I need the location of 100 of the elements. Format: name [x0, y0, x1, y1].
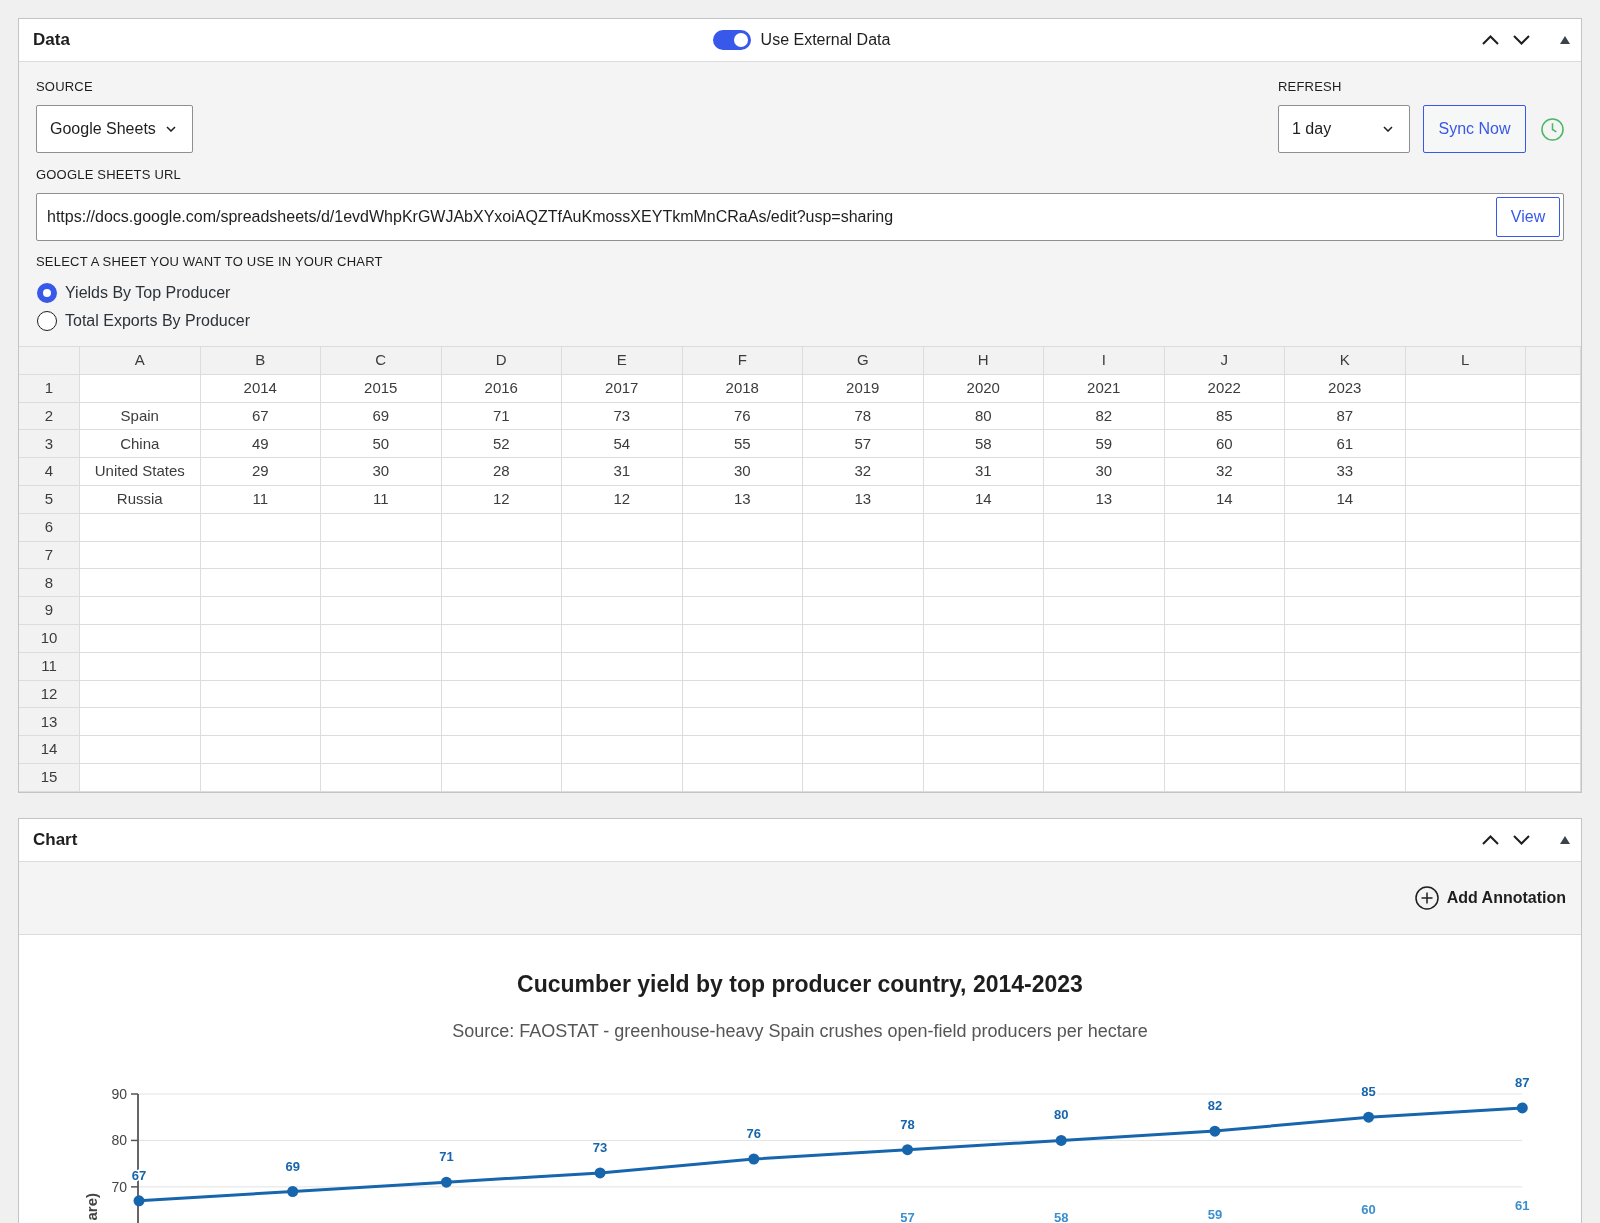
chevron-down-icon[interactable]	[1513, 35, 1530, 45]
axis-tick-label: 80	[111, 1132, 127, 1149]
table-cell: 30	[321, 458, 442, 486]
table-cell: 76	[682, 402, 803, 431]
chevron-up-icon[interactable]	[1482, 834, 1499, 845]
column-header[interactable]: F	[682, 347, 803, 375]
row-number: 10	[19, 624, 80, 653]
table-cell: 31	[562, 458, 683, 486]
column-header[interactable]: H	[923, 347, 1044, 375]
table-cell: 14	[1164, 486, 1285, 514]
data-label: 61	[1515, 1197, 1530, 1213]
field-label: SELECT A SHEET YOU WANT TO USE IN YOUR CHART	[36, 254, 384, 270]
row-number: 12	[19, 680, 80, 709]
table-cell: 2020	[923, 374, 1044, 403]
refresh-select[interactable]: 1 day	[1278, 105, 1410, 153]
data-label: 82	[1207, 1097, 1223, 1113]
table-cell: 2019	[803, 374, 924, 403]
column-header[interactable]: E	[562, 347, 683, 375]
field-label: REFRESH	[1278, 79, 1343, 95]
table-cell: 2022	[1164, 374, 1285, 403]
source-select[interactable]: Google Sheets	[36, 105, 193, 153]
column-header[interactable]: G	[803, 347, 924, 375]
table-cell: 82	[1044, 402, 1165, 431]
row-number: 15	[19, 763, 80, 792]
table-cell: 78	[803, 402, 924, 431]
field-label: SOURCE	[36, 79, 94, 95]
row-number: 1	[19, 374, 80, 403]
row-number: 6	[19, 513, 80, 542]
table-cell: 2015	[321, 374, 442, 403]
table-cell: 12	[562, 486, 683, 514]
clock-icon	[1541, 117, 1564, 141]
table-cell: 30	[682, 458, 803, 486]
table-cell: 87	[1285, 402, 1406, 431]
column-header[interactable]: D	[441, 347, 562, 375]
toggle-switch[interactable]	[712, 30, 751, 50]
column-header[interactable]: J	[1164, 347, 1285, 375]
table-cell: 2018	[682, 374, 803, 403]
radio-label: Yields By Top Producer	[65, 283, 231, 303]
table-cell: 2014	[200, 374, 321, 403]
add-annotation-button[interactable]: Add Annotation	[1414, 885, 1566, 910]
data-label: 76	[746, 1125, 762, 1141]
data-label: 78	[900, 1116, 915, 1132]
row-number: 14	[19, 736, 80, 764]
column-header[interactable]: I	[1044, 347, 1165, 375]
data-label: 73	[592, 1139, 608, 1155]
toggle-label: Use External Data	[760, 30, 891, 50]
table-cell: 49	[200, 430, 321, 459]
field-label: GOOGLE SHEETS URL	[36, 167, 182, 183]
table-cell: 58	[923, 430, 1044, 459]
data-label: 69	[285, 1158, 300, 1174]
chart-subtitle: Source: FAOSTAT - greenhouse-heavy Spain crushes open-field producers per hectare	[452, 1019, 1148, 1042]
column-header[interactable]: B	[200, 347, 321, 375]
column-header[interactable]: A	[80, 347, 201, 375]
table-cell: 85	[1164, 402, 1285, 431]
table-cell: Spain	[80, 402, 201, 431]
chevron-up-icon[interactable]	[1482, 35, 1499, 45]
radio-button[interactable]	[37, 283, 57, 303]
table-cell: 57	[803, 430, 924, 459]
column-header[interactable]: L	[1405, 347, 1526, 375]
axis-tick-label: 90	[111, 1085, 127, 1102]
table-cell: 2017	[562, 374, 683, 403]
table-cell: 55	[682, 430, 803, 459]
table-cell: 14	[1285, 486, 1406, 514]
table-cell: 11	[321, 486, 442, 514]
data-label: 58	[1053, 1209, 1069, 1223]
table-cell: 52	[441, 430, 562, 459]
data-label: 59	[1207, 1206, 1223, 1222]
sync-now-button[interactable]: Sync Now	[1423, 105, 1526, 153]
radio-button[interactable]	[37, 311, 57, 331]
table-cell: 73	[562, 402, 683, 431]
table-cell: Russia	[80, 486, 201, 514]
table-cell: 28	[441, 458, 562, 486]
radio-label: Total Exports By Producer	[65, 311, 250, 331]
table-cell: 13	[803, 486, 924, 514]
row-number: 7	[19, 541, 80, 570]
chevron-down-icon	[1383, 126, 1393, 132]
table-cell: 12	[441, 486, 562, 514]
table-cell: 31	[923, 458, 1044, 486]
data-label: 87	[1515, 1074, 1530, 1090]
row-number: 13	[19, 708, 80, 737]
triangle-up-icon[interactable]	[1560, 36, 1570, 44]
row-number: 8	[19, 569, 80, 598]
panel-title: Data	[33, 29, 70, 52]
table-cell: 13	[1044, 486, 1165, 514]
table-cell: 71	[441, 402, 562, 431]
table-cell: 30	[1044, 458, 1165, 486]
table-cell: 69	[321, 402, 442, 431]
table-cell: China	[80, 430, 201, 459]
table-cell: United States	[80, 458, 201, 486]
triangle-up-icon[interactable]	[1560, 835, 1570, 844]
chevron-down-icon[interactable]	[1513, 834, 1530, 845]
column-header[interactable]: K	[1285, 347, 1406, 375]
data-label: 71	[439, 1148, 454, 1164]
data-label: 60	[1361, 1201, 1376, 1217]
view-button[interactable]: View	[1496, 197, 1560, 237]
row-number: 9	[19, 597, 80, 625]
data-label: 57	[900, 1209, 915, 1223]
column-header[interactable]: C	[321, 347, 442, 375]
table-cell: 60	[1164, 430, 1285, 459]
table-cell: 54	[562, 430, 683, 459]
